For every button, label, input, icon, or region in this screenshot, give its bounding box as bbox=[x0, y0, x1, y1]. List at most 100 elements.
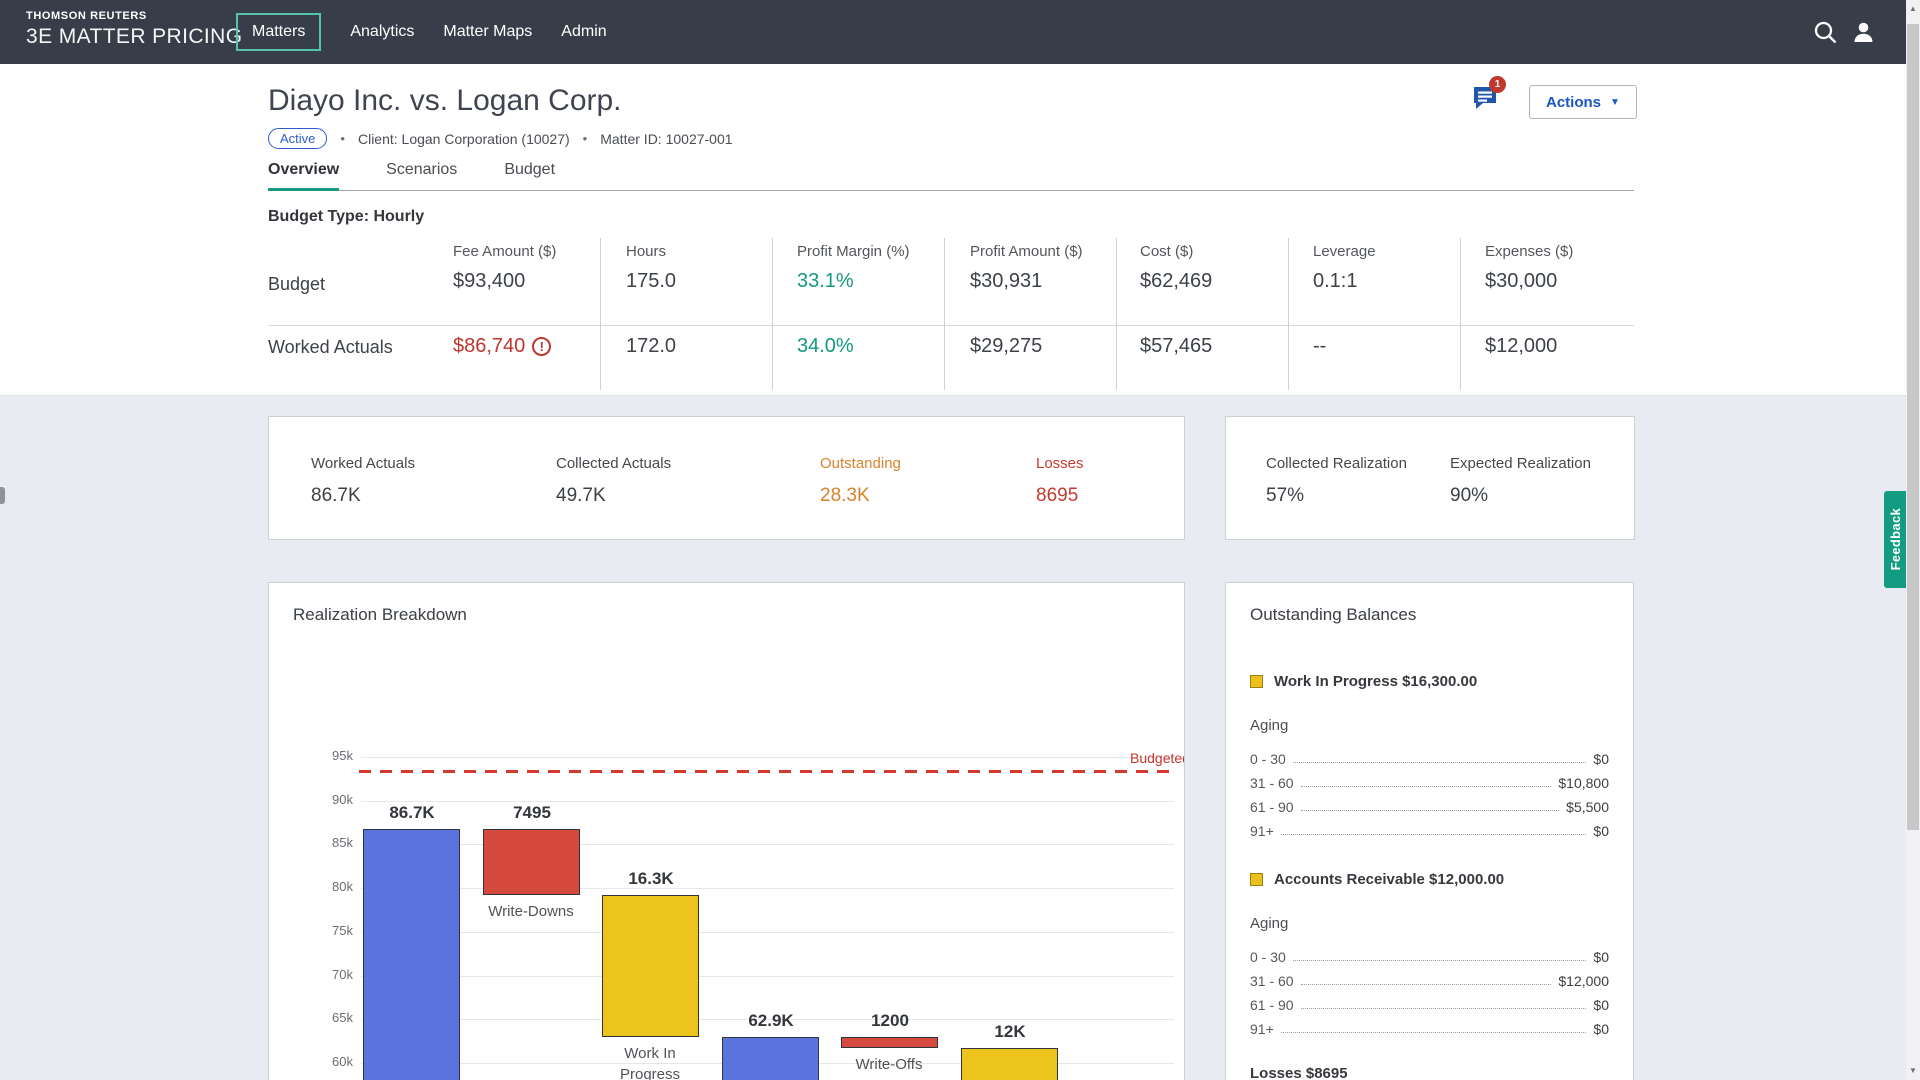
chart-bar-write-offs bbox=[841, 1037, 938, 1047]
stat-label: Expected Realization bbox=[1450, 455, 1591, 472]
nav-item-matters[interactable]: Matters bbox=[236, 13, 321, 51]
feedback-tab[interactable]: Feedback bbox=[1884, 491, 1906, 588]
comments-button[interactable]: 1 bbox=[1472, 84, 1512, 116]
nav-item-analytics[interactable]: Analytics bbox=[350, 23, 414, 41]
aging-bucket-label: 0 - 30 bbox=[1250, 751, 1286, 767]
nav-item-admin[interactable]: Admin bbox=[561, 23, 606, 41]
matter-meta: Active • Client: Logan Corporation (1002… bbox=[268, 128, 733, 149]
scroll-down-icon[interactable]: ▼ bbox=[1906, 1064, 1920, 1078]
chart-bar-work-in-progress bbox=[602, 895, 699, 1038]
cell-worked-actuals-6: $12,000 bbox=[1485, 335, 1557, 358]
leader-line bbox=[1301, 786, 1552, 787]
cell-value: 33.1% bbox=[797, 270, 854, 293]
scrollbar-thumb[interactable] bbox=[1907, 24, 1919, 830]
matter-id-label: Matter ID: 10027-001 bbox=[600, 131, 732, 147]
bar-category-label: Write-Offs bbox=[839, 1055, 939, 1075]
brand-logo[interactable]: THOMSON REUTERS 3E MATTER PRICING bbox=[26, 10, 242, 49]
page-title: Diayo Inc. vs. Logan Corp. bbox=[268, 84, 622, 118]
cell-budget-3: $30,931 bbox=[970, 270, 1042, 293]
stat-label: Collected Actuals bbox=[556, 455, 671, 472]
aging-bucket-label: 61 - 90 bbox=[1250, 799, 1294, 815]
budget-rows-divider bbox=[268, 325, 1634, 326]
column-separator bbox=[600, 238, 601, 390]
outstanding-balances-title: Outstanding Balances bbox=[1250, 605, 1609, 625]
brand-line1: THOMSON REUTERS bbox=[26, 10, 242, 22]
stat-label: Outstanding bbox=[820, 455, 901, 472]
ob-group-label: Accounts Receivable $12,000.00 bbox=[1274, 871, 1504, 888]
actuals-summary-card: Worked Actuals86.7KCollected Actuals49.7… bbox=[268, 416, 1185, 540]
bar-value-label: 7495 bbox=[462, 803, 602, 823]
cell-value: $30,000 bbox=[1485, 270, 1557, 293]
cell-value: $12,000 bbox=[1485, 335, 1557, 358]
aging-row: 31 - 60$10,800 bbox=[1250, 771, 1609, 791]
tab-budget[interactable]: Budget bbox=[504, 161, 555, 191]
stat-losses: Losses8695 bbox=[1036, 455, 1084, 507]
aging-amount: $0 bbox=[1593, 1021, 1609, 1037]
cell-value: $57,465 bbox=[1140, 335, 1212, 358]
cell-budget-4: $62,469 bbox=[1140, 270, 1212, 293]
cell-value: $93,400 bbox=[453, 270, 525, 293]
realization-breakdown-card: Realization Breakdown 95k90k85k80k75k70k… bbox=[268, 582, 1185, 1080]
aging-row: 0 - 30$0 bbox=[1250, 747, 1609, 767]
leader-line bbox=[1281, 1032, 1587, 1033]
column-header-hours: Hours bbox=[626, 243, 666, 260]
budget-type-label: Budget Type: Hourly bbox=[268, 208, 1634, 226]
aging-amount: $0 bbox=[1593, 997, 1609, 1013]
aging-row: 61 - 90 $5,500 bbox=[1250, 795, 1609, 815]
cell-value: $86,740 bbox=[453, 335, 525, 358]
bar-value-label: 12K bbox=[940, 1022, 1080, 1042]
aging-label: Aging bbox=[1250, 717, 1609, 736]
cell-value: -- bbox=[1313, 335, 1326, 358]
ob-group-label: Work In Progress $16,300.00 bbox=[1274, 673, 1477, 690]
scroll-up-icon[interactable]: ▲ bbox=[1906, 2, 1920, 16]
stat-label: Collected Realization bbox=[1266, 455, 1407, 472]
column-header-leverage: Leverage bbox=[1313, 243, 1376, 260]
column-header-cost: Cost ($) bbox=[1140, 243, 1193, 260]
warning-icon[interactable]: ! bbox=[532, 337, 551, 356]
ob-group-header-work-in-progress: Work In Progress $16,300.00 bbox=[1250, 671, 1609, 691]
feedback-label: Feedback bbox=[1888, 508, 1903, 570]
tab-scenarios[interactable]: Scenarios bbox=[386, 161, 457, 191]
budget-summary-table: Budget Type: Hourly Fee Amount ($)HoursP… bbox=[268, 208, 1634, 395]
left-panel-handle[interactable] bbox=[0, 487, 5, 504]
aging-bucket-label: 31 - 60 bbox=[1250, 973, 1294, 989]
stat-expected-realization: Expected Realization 90% bbox=[1450, 455, 1591, 507]
page-scrollbar[interactable]: ▲ ▼ bbox=[1906, 0, 1920, 1080]
legend-square-icon bbox=[1250, 873, 1263, 886]
stat-value: 90% bbox=[1450, 485, 1591, 507]
status-badge[interactable]: Active bbox=[268, 128, 327, 149]
aging-bucket-label: 31 - 60 bbox=[1250, 775, 1294, 791]
leader-line bbox=[1293, 762, 1587, 763]
y-axis-tick: 80k bbox=[289, 879, 353, 894]
outstanding-balances-card: Outstanding Balances Work In Progress $1… bbox=[1225, 582, 1634, 1080]
tab-overview[interactable]: Overview bbox=[268, 161, 339, 191]
actions-button[interactable]: Actions ▼ bbox=[1529, 85, 1637, 119]
bar-category-label: Write-Downs bbox=[481, 902, 581, 922]
top-nav: THOMSON REUTERS 3E MATTER PRICING Matter… bbox=[0, 0, 1920, 64]
cell-value: 175.0 bbox=[626, 270, 676, 293]
aging-amount: $5,500 bbox=[1566, 799, 1609, 815]
column-separator bbox=[944, 238, 945, 390]
cell-value: $62,469 bbox=[1140, 270, 1212, 293]
aging-row: 0 - 30$0 bbox=[1250, 945, 1609, 965]
meta-separator: • bbox=[340, 131, 345, 146]
aging-label: Aging bbox=[1250, 915, 1609, 934]
column-separator bbox=[1288, 238, 1289, 390]
column-header-profit-margin: Profit Margin (%) bbox=[797, 243, 910, 260]
bar-value-label: 86.7K bbox=[342, 803, 482, 823]
client-label: Client: Logan Corporation (10027) bbox=[358, 131, 570, 147]
row-label-budget: Budget bbox=[268, 274, 325, 295]
y-axis-tick: 65k bbox=[289, 1010, 353, 1025]
chevron-down-icon: ▼ bbox=[1610, 97, 1620, 108]
aging-bucket-label: 61 - 90 bbox=[1250, 997, 1294, 1013]
cell-budget-2: 33.1% bbox=[797, 270, 854, 293]
column-separator bbox=[1116, 238, 1117, 390]
nav-item-matter-maps[interactable]: Matter Maps bbox=[443, 23, 532, 41]
bar-category-label: Work In Progress bbox=[600, 1044, 700, 1080]
aging-bucket-label: 91+ bbox=[1250, 1021, 1274, 1037]
bar-value-label: 1200 bbox=[820, 1011, 960, 1031]
search-icon[interactable] bbox=[1812, 19, 1839, 46]
actions-button-label: Actions bbox=[1546, 94, 1601, 111]
user-icon[interactable] bbox=[1850, 19, 1877, 46]
leader-line bbox=[1301, 984, 1552, 985]
